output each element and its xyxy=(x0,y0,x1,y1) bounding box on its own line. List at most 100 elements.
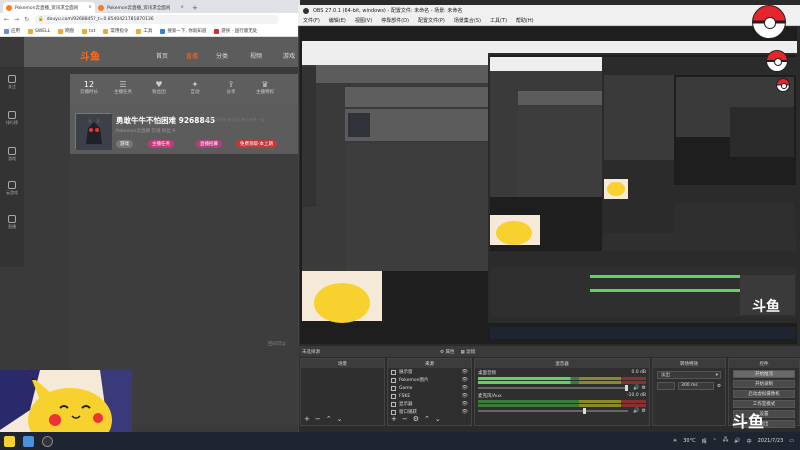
filters-button[interactable]: ▦ 滤镜 xyxy=(460,349,475,355)
obs-titlebar: OBS 27.0.1 (64-bit, windows) - 配置文件: 未命名… xyxy=(298,5,800,16)
studio-mode-button[interactable]: 工作室模式 xyxy=(733,400,795,408)
douyu-left-sidebar: 关注 排行榜 游戏 云游戏 直播 xyxy=(0,67,24,267)
close-tab-icon[interactable]: × xyxy=(88,5,92,10)
input-language[interactable]: 中 xyxy=(747,438,752,445)
obs-preview[interactable] xyxy=(300,27,797,344)
move-up-icon[interactable]: ⌃ xyxy=(326,415,332,423)
menu-docks[interactable]: 停靠部件(D) xyxy=(381,17,409,24)
move-down-icon[interactable]: ⌄ xyxy=(337,415,343,423)
nav-game[interactable]: 游戏 xyxy=(283,51,295,60)
remove-source-icon[interactable]: − xyxy=(402,415,408,423)
source-item[interactable]: FSKE 👁 xyxy=(388,392,471,400)
visibility-eye-icon[interactable]: 👁 xyxy=(462,385,468,391)
nav-video[interactable]: 视频 xyxy=(250,51,262,60)
source-item[interactable]: 显示器 👁 xyxy=(388,400,471,408)
room-badge[interactable]: 游戏 xyxy=(116,140,133,148)
add-scene-icon[interactable]: + xyxy=(304,415,310,423)
sidebar-item-rank[interactable]: 排行榜 xyxy=(2,111,22,126)
bookmark-item[interactable]: SWELL xyxy=(28,28,50,34)
notification-icon[interactable]: ▭ xyxy=(789,438,794,444)
game-capture-icon xyxy=(391,385,396,391)
folder-icon xyxy=(58,28,64,34)
volume-slider[interactable] xyxy=(478,408,629,414)
sidebar-item-follow[interactable]: 关注 xyxy=(2,75,22,90)
bookmark-item[interactable]: txt xyxy=(82,28,95,34)
source-item[interactable]: Pokemon图片 👁 xyxy=(388,376,471,384)
move-up-icon[interactable]: ⌃ xyxy=(424,415,430,423)
menu-profile[interactable]: 配置文件(P) xyxy=(418,17,445,24)
nav-home[interactable]: 首页 xyxy=(156,51,168,60)
source-item[interactable]: 展示窗 👁 xyxy=(388,368,471,376)
speaker-icon[interactable]: 🔊 xyxy=(633,408,639,414)
nav-live[interactable]: 直播 xyxy=(186,51,198,60)
chevron-up-icon[interactable]: ⌃ xyxy=(713,438,717,444)
temperature: 30°C xyxy=(683,438,696,444)
anchor-tool-item[interactable]: ♥ 粉丝团 xyxy=(148,80,170,95)
bookmark-item[interactable]: 网盘 xyxy=(58,28,74,34)
source-item[interactable]: Game 👁 xyxy=(388,384,471,392)
browser-tab[interactable]: Pokemon云直播_资讯求全面闲 × xyxy=(3,2,95,13)
menu-file[interactable]: 文件(F) xyxy=(303,17,320,24)
bookmark-item[interactable]: 应用 xyxy=(4,28,20,34)
mixer-settings-icon[interactable]: ⚙ xyxy=(642,408,646,414)
visibility-eye-icon[interactable]: 👁 xyxy=(462,393,468,399)
menu-view[interactable]: 视图(V) xyxy=(355,17,372,24)
douyu-watermark-logo: 斗鱼 xyxy=(732,412,765,431)
bookmark-item[interactable]: 常用指令 xyxy=(103,28,128,34)
anchor-tool-item[interactable]: ♛ 主播特权 xyxy=(254,80,276,95)
bookmark-item[interactable]: 游侠 - 国行版无处 xyxy=(214,28,257,34)
volume-icon[interactable]: 🔊 xyxy=(734,438,740,444)
chrome-taskbar-icon[interactable] xyxy=(23,435,34,447)
source-settings-icon[interactable]: ⚙ xyxy=(413,415,419,423)
browser-tab[interactable]: Pokemon云直播_资讯求全面闲 × xyxy=(95,2,187,13)
volume-slider[interactable] xyxy=(478,385,629,391)
audio-mixer-dock: 混音器 桌面音频 0.0 dB 🔊 ⚙ 麦克风/Aux -10.0 dB 🔊 ⚙ xyxy=(474,358,650,426)
bookmark-item[interactable]: 搜索一下, 你就知道 xyxy=(160,28,206,34)
visibility-eye-icon[interactable]: 👁 xyxy=(462,401,468,407)
obs-taskbar-icon[interactable] xyxy=(42,435,53,447)
menu-help[interactable]: 帮助(H) xyxy=(516,17,534,24)
visibility-eye-icon[interactable]: 👁 xyxy=(462,369,468,375)
add-source-icon[interactable]: + xyxy=(391,415,397,423)
url-field[interactable]: 🔒 douyu.com/9268845?_t=0.8540421781870136 xyxy=(34,15,280,24)
visibility-eye-icon[interactable]: 👁 xyxy=(462,377,468,383)
pikachu-start-icon[interactable] xyxy=(4,435,15,447)
sidebar-item-cloudgame[interactable]: 云游戏 xyxy=(2,181,22,196)
clock[interactable]: 2021/7/23 xyxy=(758,438,784,444)
bookmark-item[interactable]: 工具 xyxy=(136,28,152,34)
anchor-tool-item[interactable]: 12 云播时长 xyxy=(78,80,100,95)
anchor-tool-item[interactable]: ✦ 互动 xyxy=(184,80,206,95)
sidebar-item-live[interactable]: 直播 xyxy=(2,215,22,230)
remove-scene-icon[interactable]: − xyxy=(315,415,321,423)
forward-icon[interactable]: → xyxy=(14,16,19,23)
folder-icon xyxy=(391,377,396,383)
nav-category[interactable]: 分类 xyxy=(216,51,228,60)
avatar[interactable] xyxy=(75,113,112,150)
anchor-tool-item[interactable]: ☰ 主播任务 xyxy=(112,80,134,95)
room-badge[interactable]: 免费领取·本上期 xyxy=(236,140,277,148)
new-tab-button[interactable]: + xyxy=(187,4,203,13)
room-badge[interactable]: 主播任务 xyxy=(148,140,174,148)
visibility-eye-icon[interactable]: 👁 xyxy=(462,409,468,415)
start-virtual-camera-button[interactable]: 启动虚拟摄像机 xyxy=(733,390,795,398)
network-icon[interactable]: 🖧 xyxy=(723,437,729,445)
start-streaming-button[interactable]: 开始推流 xyxy=(733,370,795,378)
menu-scene-collection[interactable]: 场景集合(S) xyxy=(454,17,481,24)
douyu-logo[interactable]: 斗鱼 xyxy=(80,48,100,63)
transition-select[interactable]: 淡出 ▾ xyxy=(657,371,721,379)
properties-button[interactable]: ⚙ 属性 xyxy=(440,349,454,355)
folder-icon xyxy=(82,28,88,34)
move-down-icon[interactable]: ⌄ xyxy=(435,415,441,423)
start-recording-button[interactable]: 开始录制 xyxy=(733,380,795,388)
anchor-tool-item[interactable]: ⇪ 分享 xyxy=(220,80,242,95)
menu-tools[interactable]: 工具(T) xyxy=(490,17,507,24)
room-badge[interactable]: 直播招募 xyxy=(196,140,222,148)
transition-settings-icon[interactable]: ⚙ xyxy=(717,384,721,389)
reload-icon[interactable]: ↻ xyxy=(24,16,29,23)
menu-edit[interactable]: 编辑(E) xyxy=(329,17,346,24)
duration-row: 300 ms ⚙ xyxy=(657,382,721,390)
close-tab-icon[interactable]: × xyxy=(180,5,184,10)
back-icon[interactable]: ← xyxy=(4,16,9,23)
duration-input[interactable]: 300 ms xyxy=(678,382,714,390)
sidebar-item-game[interactable]: 游戏 xyxy=(2,147,22,162)
